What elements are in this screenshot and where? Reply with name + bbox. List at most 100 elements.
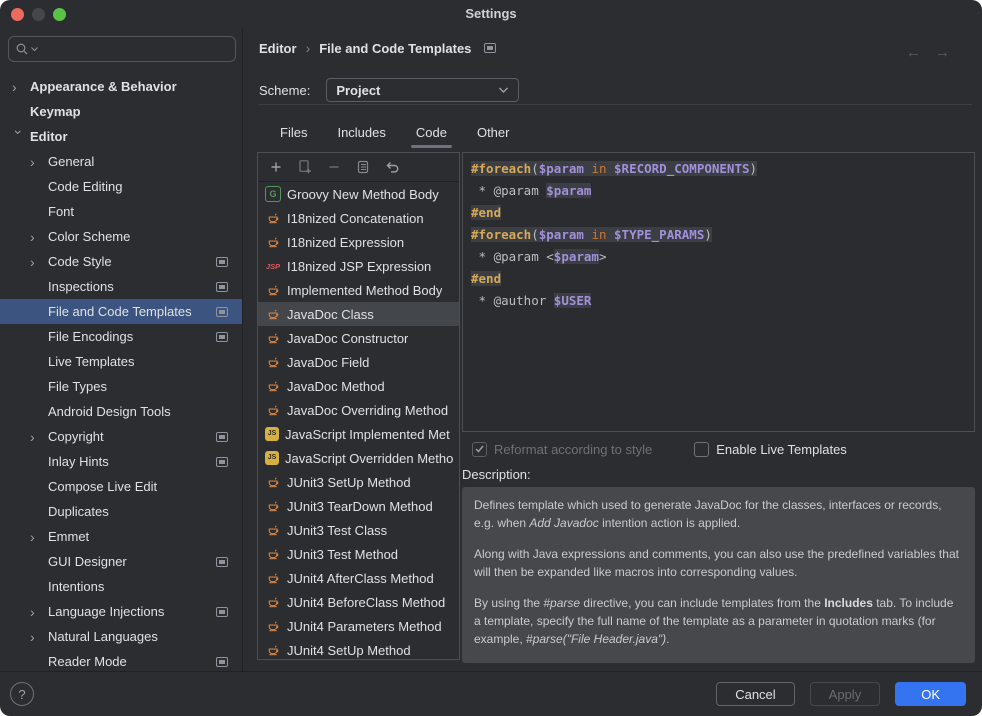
sidebar-item-file-encodings[interactable]: File Encodings: [0, 324, 242, 349]
template-item-junit4-setup-method[interactable]: JUnit4 SetUp Method: [258, 638, 459, 659]
template-item-label: JUnit3 TearDown Method: [287, 499, 433, 514]
code-token: in: [591, 227, 606, 242]
sidebar-item-font[interactable]: Font: [0, 199, 242, 224]
chevron-right-icon[interactable]: ›: [30, 255, 48, 269]
template-item-junit3-test-method[interactable]: JUnit3 Test Method: [258, 542, 459, 566]
reformat-checkbox-group[interactable]: Reformat according to style: [472, 442, 652, 457]
tab-files[interactable]: Files: [265, 116, 322, 148]
template-item-javascript-implemented-met[interactable]: JSJavaScript Implemented Met: [258, 422, 459, 446]
breadcrumb: Editor › File and Code Templates: [259, 40, 496, 56]
reformat-checkbox[interactable]: [472, 442, 487, 457]
per-project-badge-icon: [216, 557, 228, 567]
code-token: $param: [554, 249, 599, 264]
apply-button[interactable]: Apply: [810, 682, 881, 706]
template-item-implemented-method-body[interactable]: Implemented Method Body: [258, 278, 459, 302]
java-cup-icon: [265, 211, 281, 226]
forward-arrow-icon[interactable]: →: [935, 44, 950, 61]
template-item-junit4-beforeclass-method[interactable]: JUnit4 BeforeClass Method: [258, 590, 459, 614]
sidebar-item-inlay-hints[interactable]: Inlay Hints: [0, 449, 242, 474]
settings-search-field[interactable]: [8, 36, 236, 62]
sidebar-item-natural-languages[interactable]: ›Natural Languages: [0, 624, 242, 649]
chevron-right-icon[interactable]: ›: [30, 605, 48, 619]
zoom-window-button[interactable]: [53, 8, 66, 21]
chevron-right-icon[interactable]: ›: [30, 155, 48, 169]
scheme-select[interactable]: Project: [326, 78, 519, 102]
sidebar-item-language-injections[interactable]: ›Language Injections: [0, 599, 242, 624]
code-token: #end: [471, 205, 501, 220]
template-item-javascript-overridden-metho[interactable]: JSJavaScript Overridden Metho: [258, 446, 459, 470]
remove-template-button[interactable]: [326, 159, 342, 175]
java-cup-icon: [265, 331, 281, 346]
chevron-right-icon[interactable]: ›: [30, 430, 48, 444]
sidebar-item-android-design-tools[interactable]: Android Design Tools: [0, 399, 242, 424]
create-from-template-button[interactable]: [297, 159, 313, 175]
template-item-i18nized-jsp-expression[interactable]: JSPI18nized JSP Expression: [258, 254, 459, 278]
help-button[interactable]: ?: [10, 682, 34, 706]
sidebar-item-compose-live-edit[interactable]: Compose Live Edit: [0, 474, 242, 499]
close-window-button[interactable]: [11, 8, 24, 21]
template-item-javadoc-field[interactable]: JavaDoc Field: [258, 350, 459, 374]
template-item-javadoc-constructor[interactable]: JavaDoc Constructor: [258, 326, 459, 350]
description-paragraph: Along with Java expressions and comments…: [474, 545, 963, 581]
template-item-javadoc-class[interactable]: JavaDoc Class: [258, 302, 459, 326]
chevron-right-icon[interactable]: ›: [30, 530, 48, 544]
sidebar-item-live-templates[interactable]: Live Templates: [0, 349, 242, 374]
sidebar-item-editor[interactable]: ›Editor: [0, 124, 242, 149]
java-cup-icon: [265, 283, 281, 298]
breadcrumb-editor[interactable]: Editor: [259, 41, 297, 56]
sidebar-item-gui-designer[interactable]: GUI Designer: [0, 549, 242, 574]
code-token: $param: [546, 183, 591, 198]
sidebar-item-emmet[interactable]: ›Emmet: [0, 524, 242, 549]
sidebar-item-general[interactable]: ›General: [0, 149, 242, 174]
tab-code[interactable]: Code: [401, 116, 462, 148]
sidebar-item-intentions[interactable]: Intentions: [0, 574, 242, 599]
sidebar-item-duplicates[interactable]: Duplicates: [0, 499, 242, 524]
template-item-label: JavaDoc Class: [287, 307, 374, 322]
template-item-junit3-setup-method[interactable]: JUnit3 SetUp Method: [258, 470, 459, 494]
ok-button[interactable]: OK: [895, 682, 966, 706]
minimize-window-button[interactable]: [32, 8, 45, 21]
javascript-file-icon: JS: [265, 427, 279, 441]
copy-template-button[interactable]: [355, 159, 371, 175]
template-item-javadoc-method[interactable]: JavaDoc Method: [258, 374, 459, 398]
sidebar-item-file-types[interactable]: File Types: [0, 374, 242, 399]
chevron-right-icon[interactable]: ›: [30, 630, 48, 644]
template-item-i18nized-concatenation[interactable]: I18nized Concatenation: [258, 206, 459, 230]
chevron-down-icon[interactable]: ›: [12, 129, 26, 147]
template-item-i18nized-expression[interactable]: I18nized Expression: [258, 230, 459, 254]
add-template-icon: [269, 160, 283, 174]
tab-other[interactable]: Other: [462, 116, 525, 148]
sidebar-item-reader-mode[interactable]: Reader Mode: [0, 649, 242, 672]
code-token: in: [591, 161, 606, 176]
sidebar-item-color-scheme[interactable]: ›Color Scheme: [0, 224, 242, 249]
add-template-button[interactable]: [268, 159, 284, 175]
template-item-junit4-parameters-method[interactable]: JUnit4 Parameters Method: [258, 614, 459, 638]
sidebar-item-code-editing[interactable]: Code Editing: [0, 174, 242, 199]
reset-to-default-button[interactable]: [384, 159, 400, 175]
code-token: #foreach: [471, 161, 531, 176]
description-panel[interactable]: Defines template which used to generate …: [462, 487, 975, 663]
sidebar-item-inspections[interactable]: Inspections: [0, 274, 242, 299]
template-item-javadoc-overriding-method[interactable]: JavaDoc Overriding Method: [258, 398, 459, 422]
search-options-chevron-icon: [31, 46, 38, 52]
settings-search-input[interactable]: [40, 41, 229, 58]
live-templates-checkbox[interactable]: [694, 442, 709, 457]
sidebar-item-file-and-code-templates[interactable]: File and Code Templates: [0, 299, 242, 324]
back-arrow-icon[interactable]: ←: [906, 44, 921, 61]
chevron-right-icon[interactable]: ›: [30, 230, 48, 244]
cancel-button[interactable]: Cancel: [716, 682, 794, 706]
sidebar-item-copyright[interactable]: ›Copyright: [0, 424, 242, 449]
scheme-label: Scheme:: [259, 83, 310, 98]
tab-includes[interactable]: Includes: [322, 116, 400, 148]
live-templates-checkbox-group[interactable]: Enable Live Templates: [694, 442, 847, 457]
sidebar-item-appearance-behavior[interactable]: ›Appearance & Behavior: [0, 74, 242, 99]
template-item-junit3-test-class[interactable]: JUnit3 Test Class: [258, 518, 459, 542]
template-editor[interactable]: #foreach($param in $RECORD_COMPONENTS) *…: [462, 152, 975, 432]
template-item-groovy-new-method-body[interactable]: GGroovy New Method Body: [258, 182, 459, 206]
chevron-right-icon[interactable]: ›: [12, 80, 30, 94]
code-line: #foreach($param in $RECORD_COMPONENTS): [471, 158, 966, 180]
template-item-junit3-teardown-method[interactable]: JUnit3 TearDown Method: [258, 494, 459, 518]
sidebar-item-keymap[interactable]: Keymap: [0, 99, 242, 124]
template-item-junit4-afterclass-method[interactable]: JUnit4 AfterClass Method: [258, 566, 459, 590]
sidebar-item-code-style[interactable]: ›Code Style: [0, 249, 242, 274]
